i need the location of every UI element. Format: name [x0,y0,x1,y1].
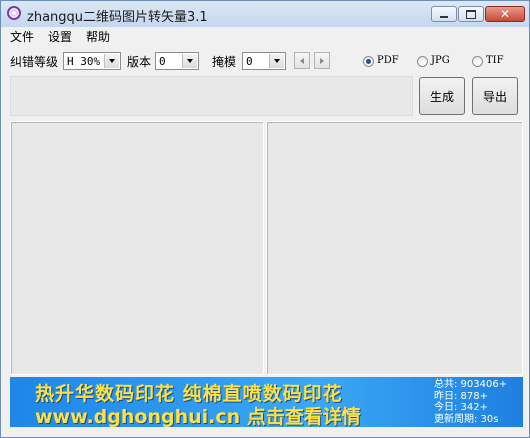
title-bar[interactable]: zhangqu二维码图片转矢量3.1 ✕ [1,1,529,28]
visit-stats: 总共: 903406+ 昨日: 878+ 今日: 342+ 更新周期: 30s [434,379,522,425]
close-button[interactable]: ✕ [485,6,525,22]
maximize-icon [466,9,476,19]
generate-button-label: 生成 [429,89,454,104]
stat-total: 总共: 903406+ [434,379,508,390]
dropdown-arrow [182,54,197,68]
content-input-area[interactable] [10,76,413,116]
chevron-down-icon [187,59,193,63]
minimize-button[interactable] [431,6,457,22]
menu-help[interactable]: 帮助 [86,28,110,45]
radio-tif[interactable] [472,56,483,67]
minimize-icon [440,15,448,18]
radio-jpg-label[interactable]: JPG [431,55,450,66]
dropdown-arrow [269,54,284,68]
menu-settings[interactable]: 设置 [48,28,72,45]
window-title: zhangqu二维码图片转矢量3.1 [27,10,208,25]
radio-tif-label[interactable]: TIF [486,55,504,66]
menu-bar: 文件 设置 帮助 [1,27,529,45]
mask-label: 掩模 [212,55,237,69]
radio-pdf[interactable] [363,56,374,67]
banner-link[interactable]: www.dghonghui.cn 点击查看详情 [35,402,361,427]
stat-update-cycle: 更新周期: 30s [434,413,499,425]
chevron-down-icon [109,59,115,63]
error-level-value: H 30% [67,55,101,68]
error-level-label: 纠错等级 [10,55,59,69]
version-select[interactable]: 0 [155,52,199,70]
arrow-left-icon [300,57,304,64]
app-window: zhangqu二维码图片转矢量3.1 ✕ 文件 设置 帮助 纠错等级 H 30%… [0,0,530,438]
spin-right-button[interactable] [314,52,330,69]
export-button[interactable]: 导出 [472,77,518,115]
preview-left-panel [10,121,264,375]
app-logo-icon [7,6,21,20]
version-label: 版本 [127,55,152,69]
close-icon: ✕ [499,7,511,21]
version-value: 0 [159,55,166,68]
stat-yesterday: 昨日: 878+ [434,390,489,402]
chevron-down-icon [274,59,280,63]
mask-select[interactable]: 0 [242,52,286,70]
dropdown-arrow [104,54,119,68]
radio-jpg[interactable] [417,56,428,67]
export-button-label: 导出 [482,89,507,104]
spin-left-button[interactable] [294,52,310,69]
generate-button[interactable]: 生成 [419,77,465,115]
mask-value: 0 [246,55,253,68]
ad-banner[interactable]: 热升华数码印花 纯棉直喷数码印花 www.dghonghui.cn 点击查看详情… [10,377,523,427]
arrow-right-icon [320,57,324,64]
error-level-select[interactable]: H 30% [63,52,121,70]
preview-right-panel [266,121,523,375]
radio-pdf-label[interactable]: PDF [377,55,399,66]
stat-today: 今日: 342+ [434,402,489,413]
menu-file[interactable]: 文件 [10,28,34,45]
maximize-button[interactable] [458,6,484,22]
